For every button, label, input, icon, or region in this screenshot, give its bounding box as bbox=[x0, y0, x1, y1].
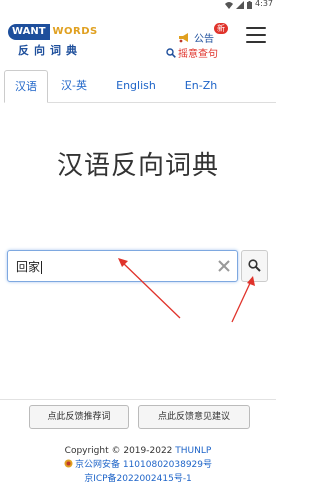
search-value[interactable]: 回家 bbox=[16, 258, 43, 275]
police-record[interactable]: 京公网安备 11010802038929号 bbox=[0, 458, 276, 472]
battery-icon bbox=[247, 1, 252, 9]
header: WANT WORDS 反向词典 公告 新 摇意查句 bbox=[0, 13, 276, 63]
status-icons bbox=[225, 1, 252, 9]
search-button[interactable] bbox=[241, 250, 268, 282]
search-icon bbox=[166, 47, 176, 58]
search-input[interactable]: 回家 bbox=[7, 250, 238, 282]
police-badge-icon bbox=[64, 459, 73, 468]
text-cursor bbox=[41, 261, 43, 274]
logo-words: WORDS bbox=[52, 26, 98, 37]
logo[interactable]: WANT WORDS 反向词典 bbox=[8, 23, 110, 59]
new-badge: 新 bbox=[214, 23, 228, 34]
wifi-icon bbox=[225, 2, 233, 9]
logo-cn: 反向词典 bbox=[18, 44, 82, 57]
megaphone-icon bbox=[179, 33, 188, 43]
icp-record-link[interactable]: 京ICP备2022002415号-1 bbox=[0, 472, 276, 486]
annotation-arrow-button bbox=[231, 280, 252, 323]
search-icon bbox=[248, 259, 261, 272]
tab-chinese[interactable]: 汉语 bbox=[4, 70, 48, 103]
notice-link[interactable]: 公告 新 bbox=[178, 23, 228, 45]
status-bar: 4:37 bbox=[0, 0, 276, 11]
feedback-divider bbox=[0, 399, 276, 400]
recommend-feedback-button[interactable]: 点此反馈推荐词 bbox=[29, 405, 129, 429]
copyright: Copyright © 2019-2022 THUNLP bbox=[64, 446, 212, 456]
page-title: 汉语反向词典 bbox=[56, 151, 219, 181]
random-query-label: 摇意查句 bbox=[178, 49, 218, 60]
random-query-link[interactable]: 摇意查句 bbox=[166, 45, 218, 60]
opinion-feedback-button[interactable]: 点此反馈意见建议 bbox=[138, 405, 250, 429]
notice-label: 公告 bbox=[194, 34, 214, 45]
logo-want: WANT bbox=[8, 23, 50, 40]
hamburger-icon bbox=[246, 27, 266, 29]
tab-english-chinese[interactable]: En-Zh bbox=[172, 70, 230, 101]
thunlp-link[interactable]: THUNLP bbox=[175, 446, 211, 456]
footer: Copyright © 2019-2022 THUNLP 京公网安备 11010… bbox=[0, 444, 276, 486]
clear-icon[interactable] bbox=[217, 259, 231, 273]
tab-english[interactable]: English bbox=[100, 70, 172, 101]
menu-button[interactable] bbox=[246, 27, 266, 43]
language-tabs: 汉语 汉-英 English En-Zh bbox=[4, 70, 276, 103]
tab-chinese-english[interactable]: 汉-英 bbox=[48, 70, 100, 101]
signal-icon bbox=[236, 1, 244, 9]
status-time: 4:37 bbox=[255, 0, 273, 8]
